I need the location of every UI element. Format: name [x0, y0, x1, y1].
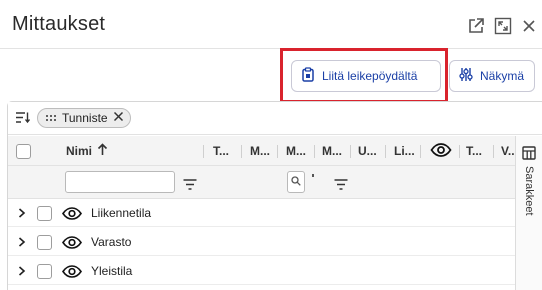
view-label: Näkymä: [480, 69, 525, 83]
row-checkbox[interactable]: [37, 228, 52, 256]
row-checkbox[interactable]: [37, 199, 52, 227]
view-button[interactable]: Näkymä: [449, 60, 535, 92]
expand-chevron-icon[interactable]: [18, 257, 26, 285]
eye-icon[interactable]: [62, 257, 82, 285]
column-header-6[interactable]: Li...: [394, 136, 415, 166]
header-divider: [0, 48, 542, 49]
table-row[interactable]: Varasto: [8, 228, 515, 256]
table-row[interactable]: Yleistila: [8, 257, 515, 285]
columns-panel-label: Sarakkeet: [523, 166, 535, 216]
group-chip-tunniste[interactable]: Tunniste: [37, 108, 131, 128]
dialog-title: Mittaukset: [12, 13, 106, 35]
open-external-icon[interactable]: [465, 15, 487, 37]
filter-icon[interactable]: [183, 177, 197, 195]
row-checkbox[interactable]: [37, 257, 52, 285]
group-sort-icon[interactable]: [15, 111, 31, 129]
column-header-nimi[interactable]: Nimi: [66, 136, 108, 166]
column-header-visibility[interactable]: [430, 136, 452, 166]
column-header-4[interactable]: M...: [322, 136, 342, 166]
column-header-nimi-label: Nimi: [66, 144, 93, 158]
filter-tick: [312, 174, 314, 177]
sort-ascending-icon: [97, 143, 108, 159]
row-label: Yleistila: [91, 264, 133, 278]
group-chip-label: Tunniste: [62, 111, 108, 125]
filter-search-input[interactable]: [287, 171, 305, 193]
paste-from-clipboard-button[interactable]: Liitä leikepöydältä: [291, 60, 441, 92]
columns-icon: [522, 146, 536, 165]
column-header-3[interactable]: M...: [286, 136, 306, 166]
column-header-5[interactable]: U...: [358, 136, 377, 166]
filter-row: [8, 166, 515, 199]
row-label: Varasto: [91, 235, 132, 249]
name-filter-input[interactable]: [65, 171, 175, 193]
column-header-7[interactable]: T...: [466, 136, 482, 166]
sliders-icon: [459, 67, 473, 85]
expand-chevron-icon[interactable]: [18, 199, 26, 227]
column-header-2[interactable]: M...: [250, 136, 270, 166]
column-header-1[interactable]: T...: [213, 136, 229, 166]
maximize-icon[interactable]: [492, 15, 514, 37]
close-icon[interactable]: [519, 15, 539, 37]
columns-side-panel[interactable]: Sarakkeet: [515, 136, 542, 290]
column-header-row: Nimi T... M... M... M... U... Li... T...…: [8, 136, 518, 166]
drag-handle-icon: [45, 111, 57, 125]
clipboard-icon: [301, 67, 315, 85]
row-label: Liikennetila: [91, 206, 152, 220]
select-all-checkbox[interactable]: [16, 136, 31, 166]
paste-from-clipboard-label: Liitä leikepöydältä: [322, 69, 418, 83]
search-icon: [291, 173, 301, 191]
table-row[interactable]: Liikennetila: [8, 199, 515, 227]
chip-remove-icon[interactable]: [113, 111, 124, 125]
eye-icon[interactable]: [62, 228, 82, 256]
filter-icon-2[interactable]: [334, 177, 348, 195]
eye-icon[interactable]: [62, 199, 82, 227]
expand-chevron-icon[interactable]: [18, 228, 26, 256]
eye-icon: [430, 142, 452, 160]
